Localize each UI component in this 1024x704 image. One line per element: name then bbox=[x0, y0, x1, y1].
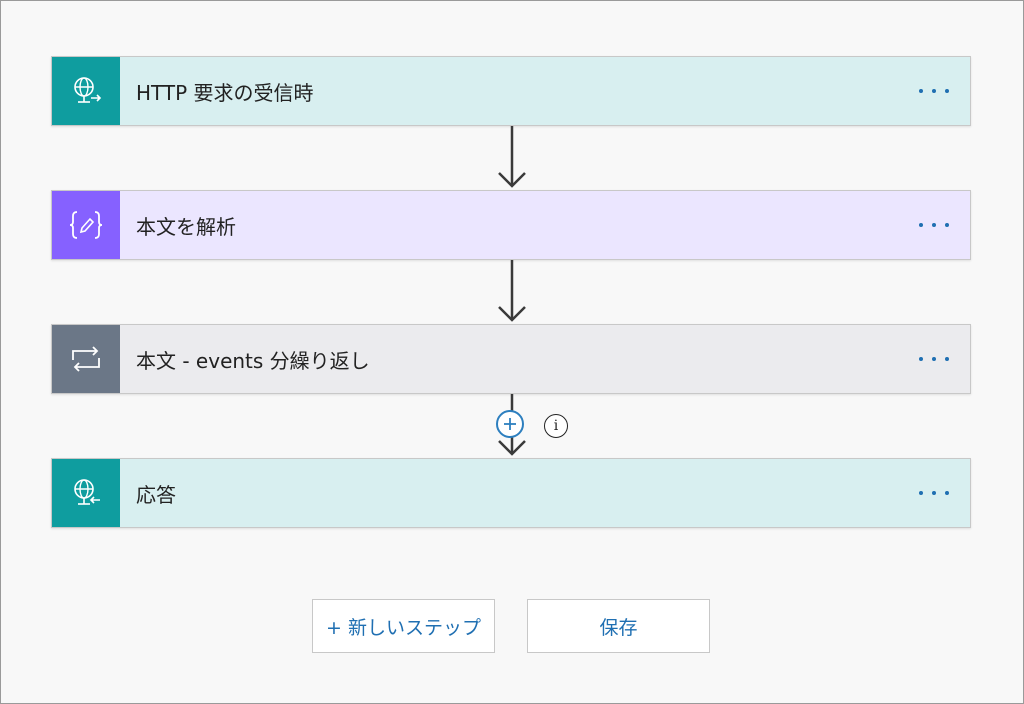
plus-icon bbox=[504, 418, 516, 430]
step-title: 本文を解析 bbox=[136, 214, 236, 239]
step-parse-json[interactable]: 本文を解析 bbox=[51, 190, 971, 260]
loop-icon bbox=[52, 325, 120, 393]
save-button[interactable]: 保存 bbox=[527, 599, 710, 653]
response-globe-icon bbox=[52, 459, 120, 527]
step-response[interactable]: 応答 bbox=[51, 458, 971, 528]
step-title: HTTP 要求の受信時 bbox=[136, 80, 314, 105]
connector-arrow bbox=[498, 260, 526, 322]
more-options-icon[interactable] bbox=[910, 325, 958, 393]
info-icon[interactable]: i bbox=[544, 414, 568, 438]
new-step-button[interactable]: + 新しいステップ bbox=[312, 599, 495, 653]
connector-arrow bbox=[498, 126, 526, 188]
more-options-icon[interactable] bbox=[910, 459, 958, 527]
step-title: 本文 - events 分繰り返し bbox=[136, 348, 370, 373]
more-options-icon[interactable] bbox=[910, 57, 958, 125]
step-apply-to-each[interactable]: 本文 - events 分繰り返し bbox=[51, 324, 971, 394]
more-options-icon[interactable] bbox=[910, 191, 958, 259]
parse-json-icon bbox=[52, 191, 120, 259]
step-http-request-trigger[interactable]: HTTP 要求の受信時 bbox=[51, 56, 971, 126]
flow-designer-canvas: HTTP 要求の受信時 本文を解析 本文 - events 分繰り返し i 応答… bbox=[0, 0, 1024, 704]
insert-step-button[interactable] bbox=[496, 410, 524, 438]
step-title: 応答 bbox=[136, 482, 176, 507]
http-request-globe-icon bbox=[52, 57, 120, 125]
info-symbol: i bbox=[553, 418, 559, 434]
